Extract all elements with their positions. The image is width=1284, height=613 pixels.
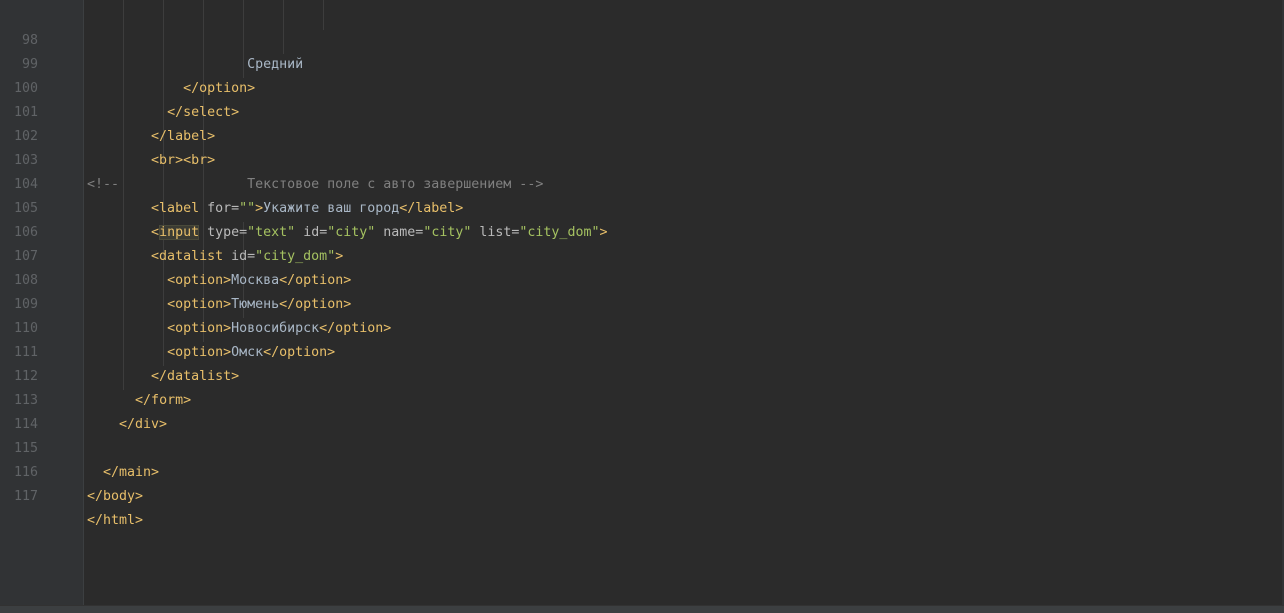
- code-line[interactable]: 117 </html>: [0, 461, 1284, 528]
- code-line[interactable]: 110 <option>Омск</option>: [0, 293, 1284, 360]
- code-line[interactable]: 103 <!-- Текстовое поле с авто завершени…: [0, 125, 1284, 192]
- horizontal-scrollbar[interactable]: [0, 605, 1284, 613]
- tag-token: </html>: [87, 513, 144, 528]
- code-line[interactable]: 113 </div>: [0, 365, 1284, 432]
- code-editor[interactable]: 98 Средний 99 </option> 100 </select> 10…: [0, 0, 1284, 613]
- code-line[interactable]: 108 <option>Тюмень</option>: [0, 245, 1284, 312]
- code-line[interactable]: 111 </datalist>: [0, 317, 1284, 384]
- code-line[interactable]: 114: [0, 389, 1284, 432]
- line-code: </html>: [87, 509, 143, 533]
- code-line[interactable]: 107 <option>Москва</option>: [0, 221, 1284, 288]
- code-line[interactable]: 109 <option>Новосибирск</option>: [0, 269, 1284, 336]
- line-number: 117: [13, 489, 38, 504]
- code-line[interactable]: 101 </label>: [0, 77, 1284, 144]
- code-line[interactable]: 106 <datalist id="city_dom">: [0, 197, 1284, 264]
- line-code: </body>: [87, 485, 143, 509]
- code-line[interactable]: 102 <br><br>: [0, 101, 1284, 168]
- code-line[interactable]: 99 </option>: [0, 29, 1284, 96]
- tag-token: </body>: [87, 489, 144, 504]
- code-line[interactable]: 104 <label for="">Укажите ваш город</lab…: [0, 149, 1284, 216]
- code-line[interactable]: 100 </select>: [0, 53, 1284, 120]
- code-line[interactable]: 98 Средний: [0, 5, 1284, 72]
- code-line[interactable]: 116 </body>: [0, 437, 1284, 504]
- code-line[interactable]: 112 </form>: [0, 341, 1284, 408]
- code-line[interactable]: 105 <input type="text" id="city" name="c…: [0, 173, 1284, 240]
- code-line[interactable]: 115 </main>: [0, 413, 1284, 480]
